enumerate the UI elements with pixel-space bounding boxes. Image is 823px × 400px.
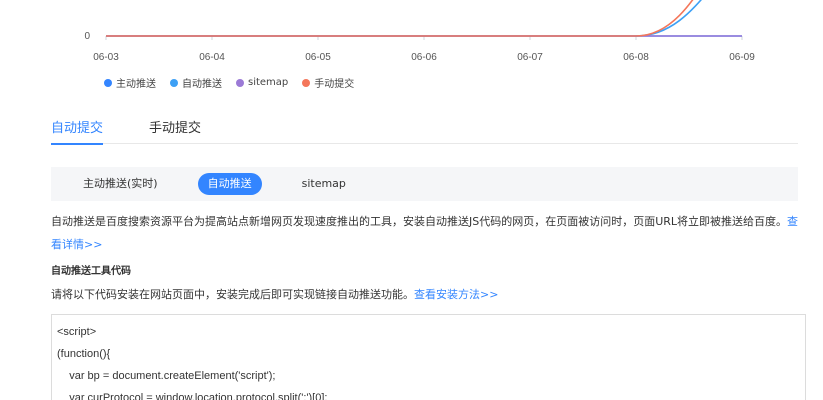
- series-line-1: [106, 0, 702, 37]
- submit-tabs: 自动提交 手动提交: [51, 110, 798, 145]
- legend-dot-icon: [170, 78, 178, 87]
- x-tick-label: 06-06: [411, 52, 437, 63]
- x-tick-label: 06-09: [729, 52, 755, 63]
- legend-label: 手动提交: [314, 79, 355, 90]
- legend-label: sitemap: [248, 77, 289, 88]
- code-line: (function(){: [57, 348, 111, 360]
- section-title: 自动推送工具代码: [51, 266, 131, 277]
- y-tick-label: 0: [84, 31, 90, 42]
- legend-dot-icon: [302, 78, 311, 87]
- segment-auto-push[interactable]: 自动推送: [197, 173, 262, 195]
- chart-legend: 主动推送 自动推送 sitemap 手动提交: [104, 75, 354, 90]
- install-instruction: 请将以下代码安装在网站页面中，安装完成后即可实现链接自动推送功能。查看安装方法>…: [51, 286, 498, 302]
- legend-item-sitemap[interactable]: sitemap: [236, 75, 288, 90]
- series-line-3: [106, 0, 694, 37]
- code-line: <script>: [57, 326, 97, 338]
- tab-auto-submit[interactable]: 自动提交: [51, 110, 104, 145]
- x-tick-label: 06-04: [199, 52, 225, 63]
- legend-item-active-push[interactable]: 主动推送: [104, 75, 156, 90]
- chart-svg: 006-03 06-04 06-05 06-06 06-07 06-08 06-09: [84, 0, 755, 63]
- code-line: var bp = document.createElement('script'…: [57, 370, 276, 382]
- x-tick-label: 06-03: [93, 52, 119, 63]
- legend-label: 主动推送: [116, 79, 156, 90]
- code-snippet-box[interactable]: <script> (function(){ var bp = document.…: [51, 314, 806, 400]
- segment-active-push[interactable]: 主动推送(实时): [73, 173, 168, 195]
- legend-item-auto-push[interactable]: 自动推送: [170, 75, 222, 90]
- instruction-text: 请将以下代码安装在网站页面中，安装完成后即可实现链接自动推送功能。: [51, 288, 414, 301]
- auto-push-description: 自动推送是百度搜索资源平台为提高站点新增网页发现速度推出的工具，安装自动推送JS…: [51, 210, 801, 256]
- legend-dot-icon: [104, 78, 112, 87]
- legend-label: 自动推送: [182, 79, 222, 90]
- push-type-switcher: 主动推送(实时) 自动推送 sitemap: [51, 167, 798, 201]
- x-tick-label: 06-05: [305, 52, 331, 63]
- x-tick-label: 06-08: [623, 52, 649, 63]
- code-line: var curProtocol = window.location.protoc…: [57, 392, 328, 400]
- legend-item-manual-submit[interactable]: 手动提交: [302, 75, 354, 90]
- view-details-link[interactable]: 看详情>>: [51, 238, 102, 251]
- view-details-link-start[interactable]: 查: [787, 215, 798, 228]
- install-method-link[interactable]: 查看安装方法>>: [414, 288, 498, 301]
- legend-dot-icon: [236, 78, 244, 87]
- x-tick-label: 06-07: [517, 52, 543, 63]
- tab-manual-submit[interactable]: 手动提交: [149, 110, 201, 144]
- segment-sitemap[interactable]: sitemap: [292, 173, 356, 195]
- description-text: 自动推送是百度搜索资源平台为提高站点新增网页发现速度推出的工具，安装自动推送JS…: [51, 215, 788, 228]
- push-trend-chart: 0 06-03 06-04 06-05 06-06 06-07 06-08 06-09 主动推…: [0, 0, 823, 100]
